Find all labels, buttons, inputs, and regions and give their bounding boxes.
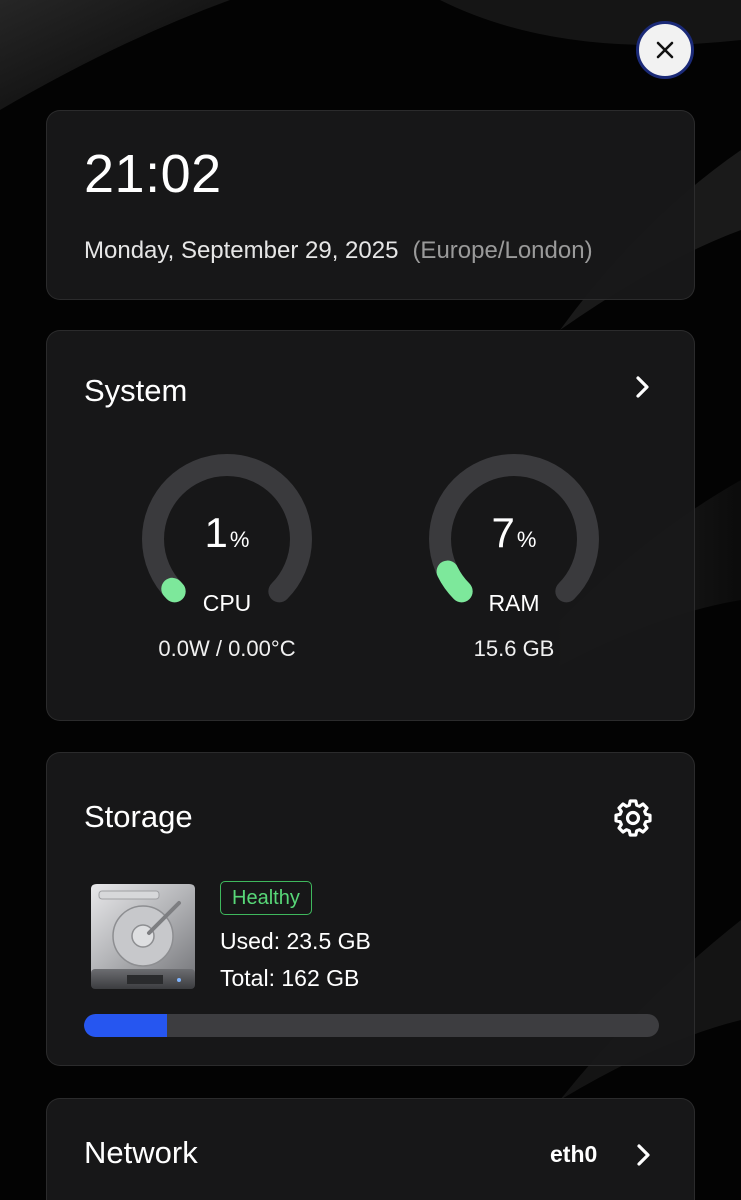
- cpu-gauge: 1% CPU 0.0W / 0.00°C: [137, 449, 317, 679]
- system-card[interactable]: System 1% CPU 0.0W / 0.00°C 7% RAM 15.6 …: [46, 330, 695, 721]
- cpu-label: CPU: [202, 590, 252, 616]
- network-interface: eth0: [550, 1141, 598, 1167]
- clock-timezone: (Europe/London): [412, 237, 593, 264]
- close-icon: [656, 41, 674, 59]
- hard-drive-icon: [91, 884, 195, 989]
- chevron-right-icon: [637, 1144, 650, 1166]
- cpu-power-temp: 0.0W / 0.00°C: [158, 636, 296, 661]
- ram-gauge: 7% RAM 15.6 GB: [424, 449, 604, 679]
- ram-percent: 7: [491, 509, 515, 556]
- ram-percent-unit: %: [516, 527, 537, 552]
- storage-progress-fill: [84, 1014, 168, 1037]
- network-card[interactable]: Network eth0: [46, 1098, 695, 1200]
- gear-icon: [614, 799, 652, 837]
- storage-used: Used: 23.5 GB: [220, 928, 371, 954]
- ram-value: 7%: [424, 509, 604, 564]
- storage-progress-bar: [84, 1014, 659, 1037]
- clock-date-line: Monday, September 29, 2025 (Europe/London…: [84, 236, 593, 266]
- clock-card: 21:02 Monday, September 29, 2025 (Europe/…: [46, 110, 695, 300]
- network-open-button[interactable]: [629, 1140, 659, 1170]
- network-title: Network: [84, 1135, 198, 1170]
- ram-label: RAM: [488, 590, 540, 616]
- chevron-right-icon: [636, 376, 649, 398]
- dashboard-page: 21:02 Monday, September 29, 2025 (Europe/…: [0, 0, 741, 1200]
- close-button[interactable]: [636, 21, 694, 79]
- ram-capacity: 15.6 GB: [473, 636, 555, 661]
- storage-card: Storage Healthy Used: 23.5 GB Total: 162…: [46, 752, 695, 1066]
- clock-date: Monday, September 29, 2025: [84, 237, 399, 264]
- cpu-percent: 1: [204, 509, 228, 556]
- system-open-button[interactable]: [628, 372, 658, 402]
- storage-total: Total: 162 GB: [220, 965, 360, 991]
- system-title: System: [84, 373, 188, 408]
- storage-settings-button[interactable]: [612, 797, 654, 839]
- clock-time: 21:02: [84, 144, 222, 204]
- cpu-percent-unit: %: [229, 527, 250, 552]
- cpu-value: 1%: [137, 509, 317, 564]
- storage-title: Storage: [84, 799, 193, 834]
- status-badge: Healthy: [220, 881, 312, 915]
